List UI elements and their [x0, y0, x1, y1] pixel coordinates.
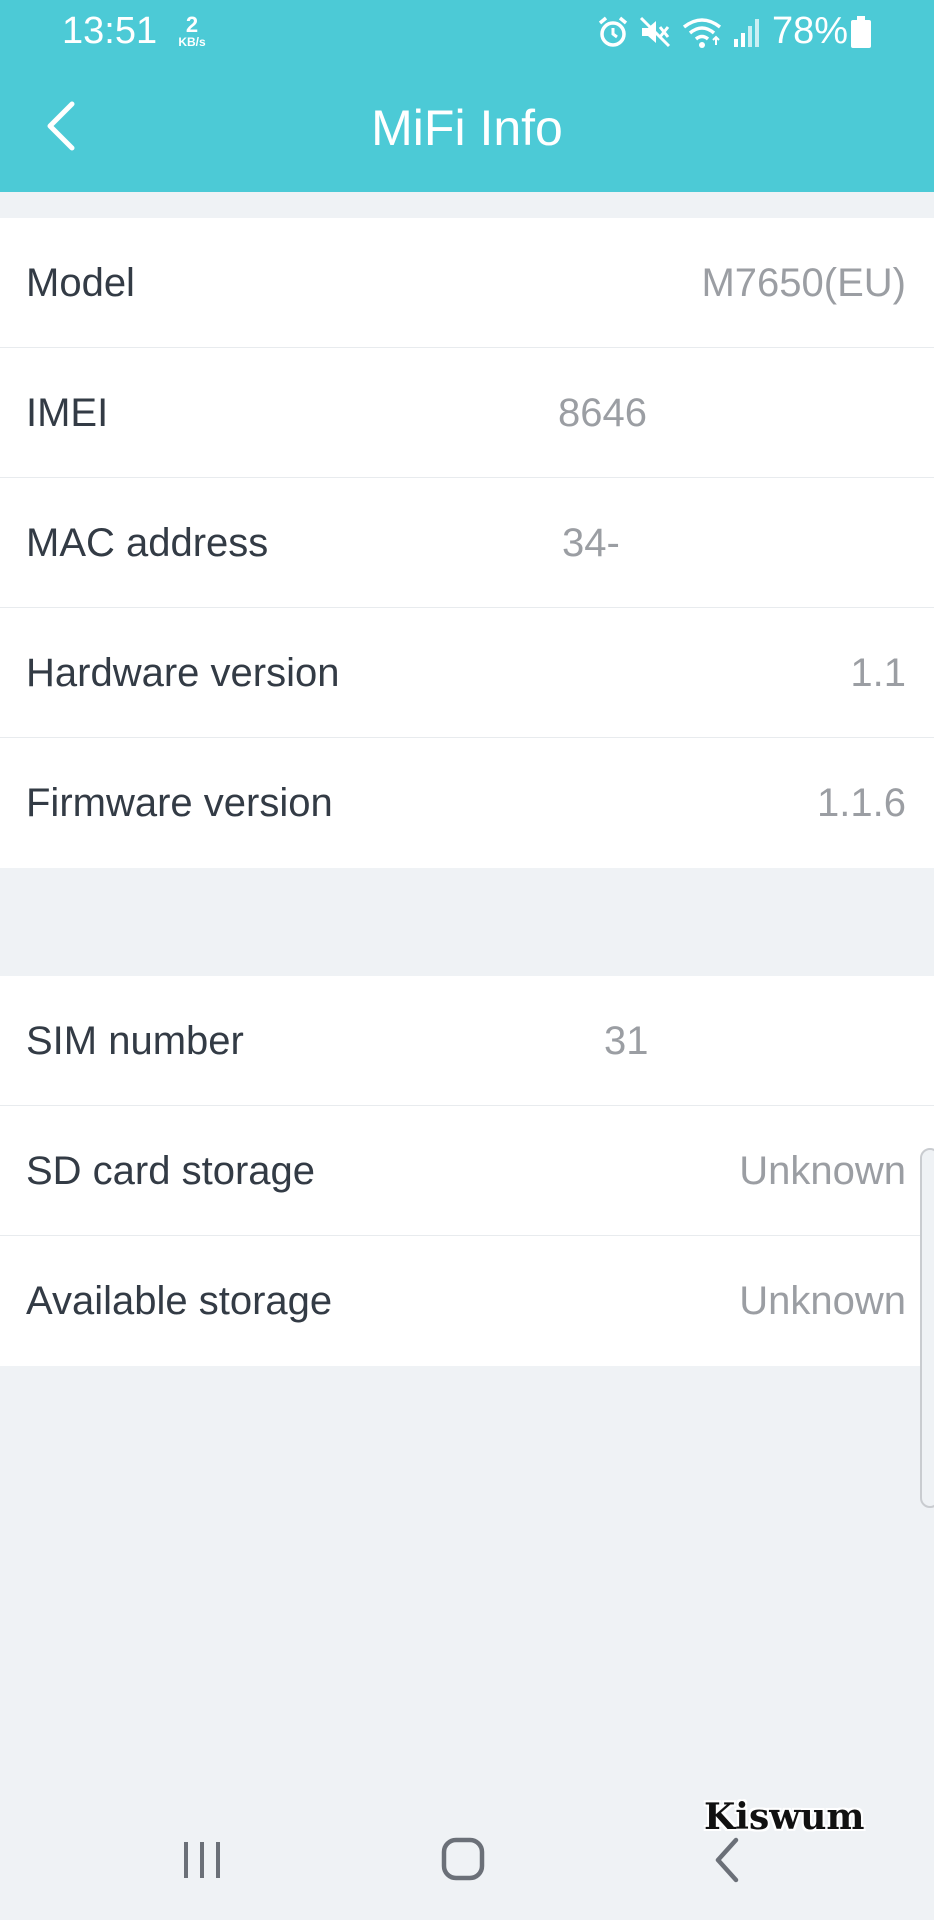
list-item-available-storage: Available storage Unknown [0, 1236, 934, 1366]
device-info-list: Model M7650(EU) IMEI 8646 MAC address 34… [0, 218, 934, 868]
mute-icon [638, 15, 672, 49]
row-value: 34- [562, 521, 620, 565]
row-label: Model [26, 261, 135, 305]
list-item-imei: IMEI 8646 [0, 348, 934, 478]
navigation-bar [0, 1800, 934, 1920]
storage-info-list: SIM number 31 SD card storage Unknown Av… [0, 976, 934, 1366]
page-title: MiFi Info [371, 100, 563, 156]
list-item-sd-card-storage: SD card storage Unknown [0, 1106, 934, 1236]
row-label: SD card storage [26, 1149, 316, 1193]
wifi-icon [680, 15, 724, 49]
status-icons [596, 12, 762, 52]
status-bar: 13:51 2 KB/s 78% [0, 0, 934, 64]
system-back-button[interactable] [684, 1830, 764, 1890]
status-time: 13:51 [62, 10, 158, 52]
row-label: Available storage [26, 1279, 333, 1323]
battery-icon [850, 16, 872, 53]
chevron-left-icon [47, 101, 75, 151]
network-speed-value: 2 [185, 12, 199, 37]
list-item-model: Model M7650(EU) [0, 218, 934, 348]
row-value: 1.1 [850, 651, 906, 695]
network-speed: 2 KB/s [172, 12, 212, 49]
list-item-firmware-version: Firmware version 1.1.6 [0, 738, 934, 868]
alarm-icon [596, 15, 630, 49]
row-value: 1.1.6 [817, 781, 906, 825]
back-button[interactable] [36, 94, 92, 158]
edge-panel-handle[interactable] [920, 1148, 934, 1508]
battery-percent: 78% [772, 10, 849, 52]
home-icon [441, 1837, 485, 1881]
row-value: Unknown [739, 1149, 906, 1193]
row-label: MAC address [26, 521, 269, 565]
row-label: SIM number [26, 1019, 244, 1063]
row-label: Hardware version [26, 651, 340, 695]
signal-icon [732, 15, 762, 49]
row-value: M7650(EU) [701, 261, 906, 305]
row-value: 31 [604, 1019, 649, 1063]
app-bar: MiFi Info [0, 64, 934, 192]
list-item-sim-number: SIM number 31 [0, 976, 934, 1106]
recent-apps-button[interactable] [162, 1830, 242, 1890]
back-icon [715, 1837, 739, 1883]
row-value: Unknown [739, 1279, 906, 1323]
home-button[interactable] [422, 1830, 502, 1890]
recent-apps-icon [184, 1842, 220, 1878]
row-label: IMEI [26, 391, 109, 435]
row-value: 8646 [558, 391, 647, 435]
network-speed-unit: KB/s [178, 35, 206, 49]
row-label: Firmware version [26, 781, 333, 825]
list-item-hardware-version: Hardware version 1.1 [0, 608, 934, 738]
list-item-mac-address: MAC address 34- [0, 478, 934, 608]
